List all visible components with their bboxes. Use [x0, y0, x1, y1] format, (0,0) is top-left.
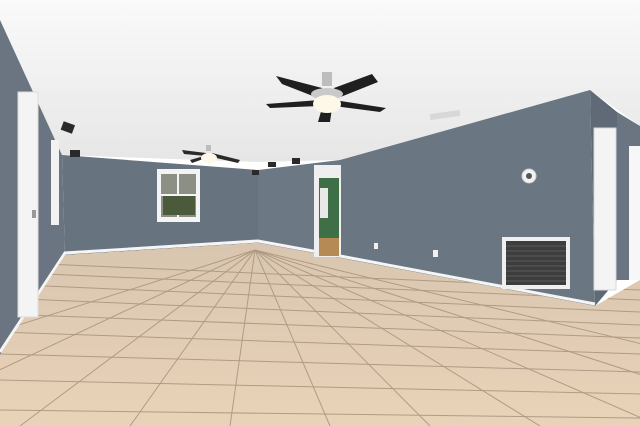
vent-icon	[502, 237, 570, 289]
outlet-icon	[433, 250, 438, 257]
left-wall-window	[51, 140, 59, 225]
outlet-icon	[374, 243, 378, 249]
window-icon	[157, 169, 200, 222]
door-handle	[32, 210, 36, 218]
thermostat-dial	[526, 173, 532, 179]
room-photo	[0, 0, 640, 426]
left-door	[17, 91, 39, 318]
hallway-doorway	[314, 165, 341, 257]
